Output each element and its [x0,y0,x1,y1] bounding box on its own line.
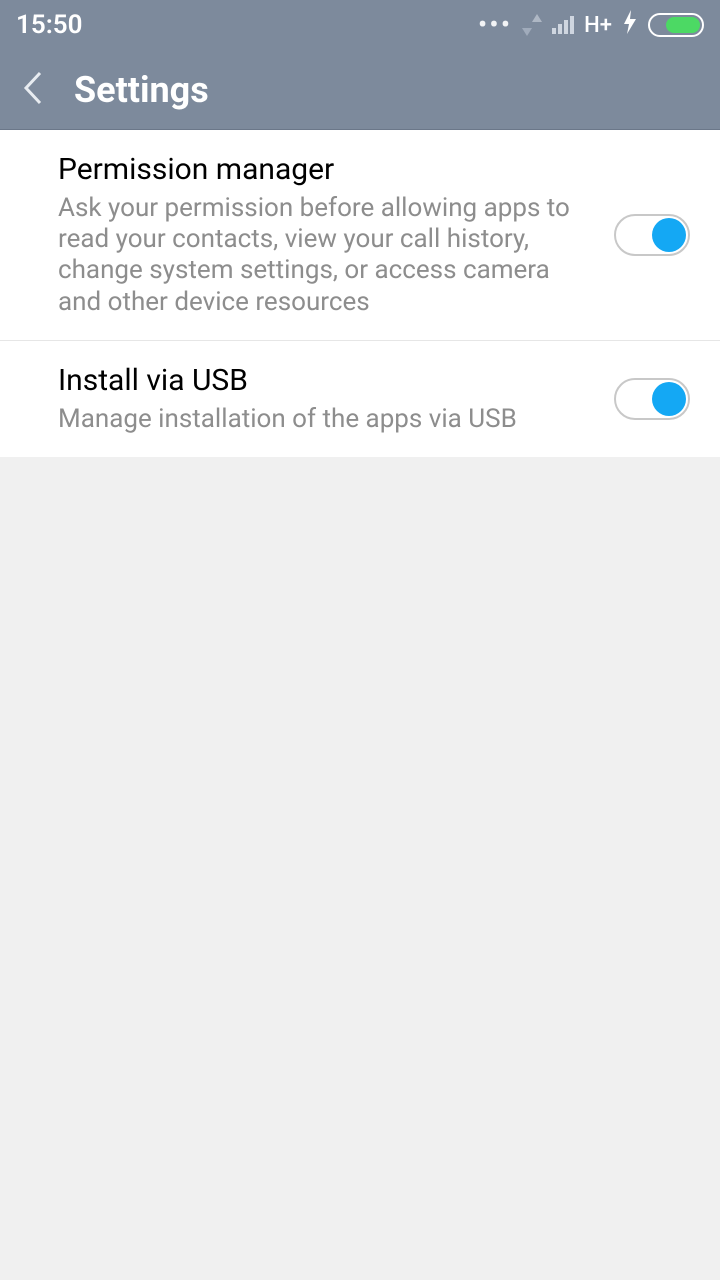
page-title: Settings [74,69,209,111]
signal-icon [552,16,574,34]
setting-title: Permission manager [58,152,594,187]
more-dots-icon: ••• [478,11,512,39]
setting-install-via-usb[interactable]: Install via USB Manage installation of t… [0,341,720,457]
settings-list: Permission manager Ask your permission b… [0,130,720,457]
status-time: 15:50 [16,10,83,40]
install-via-usb-toggle[interactable] [614,378,690,420]
setting-description: Ask your permission before allowing apps… [58,193,594,318]
back-icon[interactable] [20,69,46,111]
data-updown-icon [522,14,542,36]
status-bar: 15:50 ••• H+ [0,0,720,50]
setting-description: Manage installation of the apps via USB [58,404,594,435]
setting-permission-manager[interactable]: Permission manager Ask your permission b… [0,130,720,341]
app-header: Settings [0,50,720,130]
permission-manager-toggle[interactable] [614,214,690,256]
setting-text: Install via USB Manage installation of t… [58,363,594,435]
setting-text: Permission manager Ask your permission b… [58,152,594,318]
status-right: ••• H+ [478,10,704,40]
setting-title: Install via USB [58,363,594,398]
battery-icon [648,13,704,37]
charging-icon [622,10,638,40]
network-type-label: H+ [584,13,612,38]
